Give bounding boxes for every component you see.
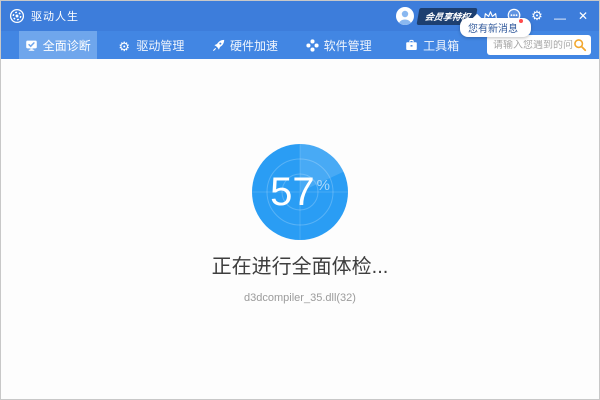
scan-progress-circle: 57 % (252, 144, 348, 240)
progress-unit: % (317, 177, 330, 194)
toolbox-icon (405, 39, 418, 52)
app-logo-icon (9, 8, 25, 24)
settings-gear-icon[interactable]: ⚙ (529, 8, 545, 24)
app-grid-icon (306, 39, 319, 52)
tab-label: 工具箱 (423, 37, 459, 54)
tab-label: 全面诊断 (43, 37, 91, 54)
tab-toolbox[interactable]: 工具箱 (393, 31, 471, 59)
tab-driver-management[interactable]: ⚙ 驱动管理 (113, 31, 191, 59)
notification-dot-icon (519, 19, 523, 23)
avatar[interactable] (395, 6, 415, 26)
tooltip-text: 您有新消息 (468, 24, 518, 35)
close-button[interactable]: ✕ (575, 9, 591, 23)
search-icon[interactable] (573, 38, 587, 52)
scan-detail-text: d3dcompiler_35.dll(32) (244, 292, 356, 304)
new-message-tooltip[interactable]: 您有新消息 (460, 18, 531, 37)
tab-full-diagnosis[interactable]: 全面诊断 (19, 31, 97, 59)
app-title: 驱动人生 (31, 8, 79, 24)
search-input[interactable] (493, 40, 573, 51)
tab-label: 硬件加速 (230, 37, 278, 54)
tab-label: 驱动管理 (136, 37, 184, 54)
main-content: 57 % 正在进行全面体检... d3dcompiler_35.dll(32) (1, 59, 599, 399)
titlebar-left: 驱动人生 (9, 8, 79, 24)
minimize-button[interactable]: — (552, 11, 568, 25)
tab-hardware-acceleration[interactable]: 硬件加速 (206, 31, 284, 59)
rocket-icon (212, 39, 225, 52)
gear-icon: ⚙ (118, 39, 131, 52)
progress-percent: 57 % (252, 144, 348, 240)
search-box[interactable] (487, 35, 591, 55)
tab-software-management[interactable]: 软件管理 (300, 31, 378, 59)
app-window: 驱动人生 会员享特权 (0, 0, 600, 400)
progress-value: 57 (270, 172, 315, 212)
tab-label: 软件管理 (324, 37, 372, 54)
monitor-check-icon (25, 39, 38, 52)
scan-status-text: 正在进行全面体检... (212, 250, 389, 279)
